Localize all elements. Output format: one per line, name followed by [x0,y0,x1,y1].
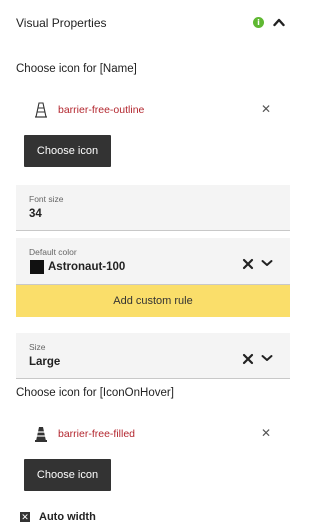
color-swatch [30,260,44,274]
barrier-free-filled-icon [35,427,47,442]
size-label: Size [29,342,46,352]
clear-color-icon[interactable] [241,257,255,271]
choose-icon-name-label: Choose icon for [Name] [16,63,137,75]
info-icon[interactable]: i [253,17,264,28]
clear-size-icon[interactable] [241,352,255,366]
chevron-down-icon[interactable] [261,259,273,267]
default-color-value: Astronaut-100 [48,261,126,273]
choose-icon-button[interactable]: Choose icon [24,135,111,167]
chevron-down-icon[interactable] [261,354,273,362]
selected-icon-row: barrier-free-outline ✕ [16,96,286,126]
font-size-label: Font size [29,194,64,204]
chevron-up-icon[interactable] [273,17,285,27]
selected-icon-name: barrier-free-outline [58,104,145,116]
choose-icon-hover-label: Choose icon for [IconOnHover] [16,387,174,399]
clear-hover-icon-button[interactable]: ✕ [260,427,272,439]
default-color-select[interactable]: Default color Astronaut-100 [16,238,290,285]
barrier-free-outline-icon [35,102,47,118]
font-size-value[interactable]: 34 [29,208,42,220]
auto-width-checkbox[interactable]: ✕ [20,512,30,522]
choose-hover-icon-button[interactable]: Choose icon [24,459,111,491]
add-custom-rule-button[interactable]: Add custom rule [16,285,290,317]
size-select[interactable]: Size Large [16,333,290,379]
selected-hover-icon-row: barrier-free-filled ✕ [16,420,286,450]
section-title: Visual Properties [16,16,107,30]
selected-hover-icon-name: barrier-free-filled [58,428,136,440]
visual-properties-header[interactable]: Visual Properties i [0,0,301,44]
auto-width-label: Auto width [39,511,96,523]
clear-icon-button[interactable]: ✕ [260,103,272,115]
default-color-label: Default color [29,247,77,257]
size-value: Large [29,356,61,368]
font-size-field[interactable]: Font size 34 [16,185,290,231]
